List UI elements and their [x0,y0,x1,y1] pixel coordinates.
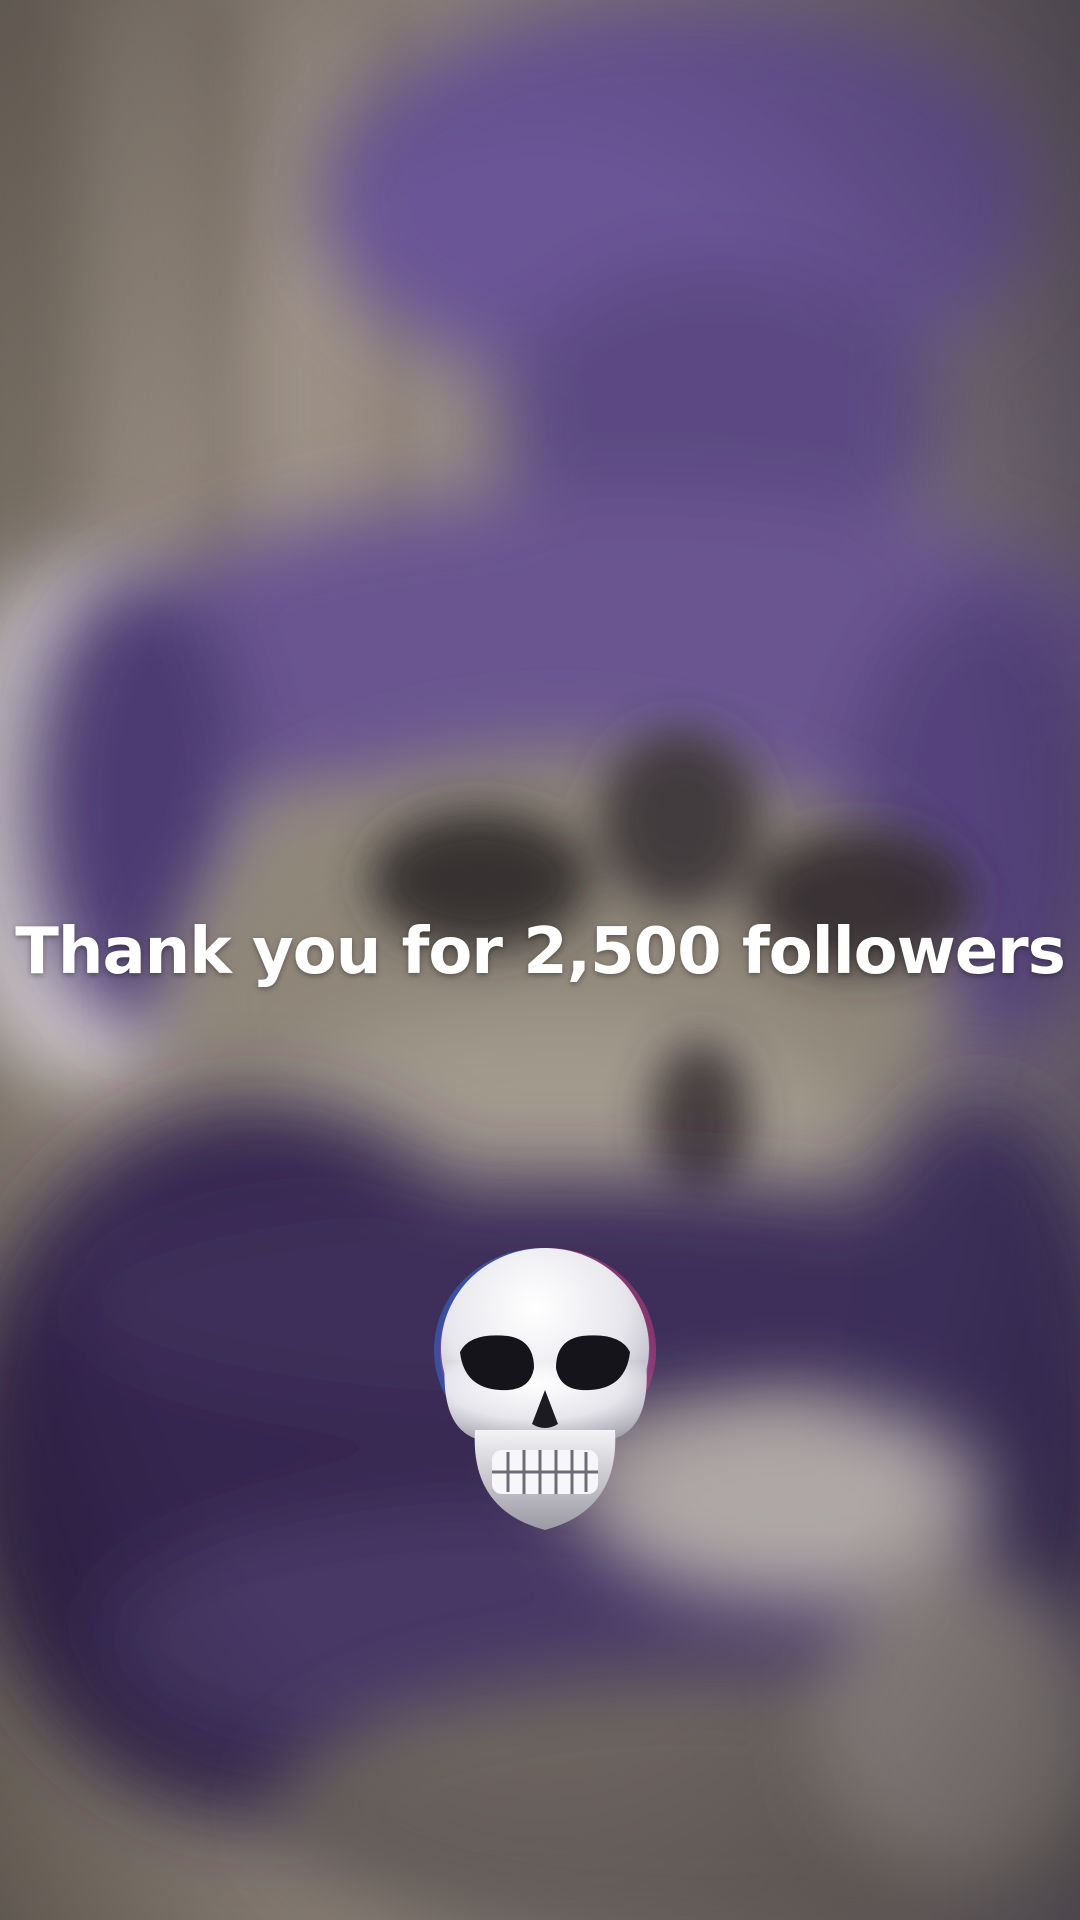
video-frame: Thank you for 2,500 followers [0,0,1080,1920]
skull-icon [434,1248,656,1530]
caption-text: Thank you for 2,500 followers [15,915,1066,989]
